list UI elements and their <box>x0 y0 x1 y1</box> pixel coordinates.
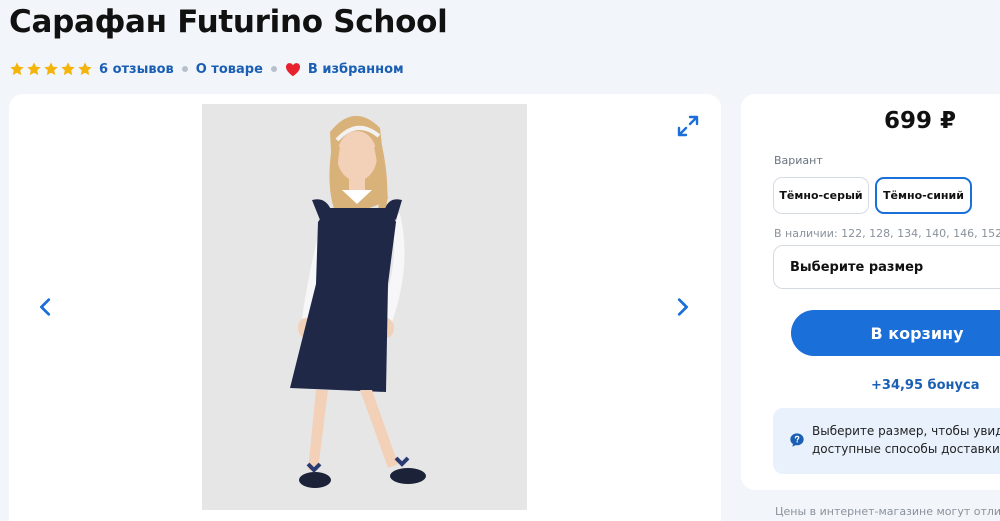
product-meta: 6 отзывов О товаре В избранном <box>9 59 404 79</box>
size-select[interactable]: Выберите размер <box>773 245 1000 289</box>
stock-sizes: В наличии: 122, 128, 134, 140, 146, 152,… <box>774 227 1000 240</box>
separator-dot <box>181 66 188 72</box>
about-product-link[interactable]: О товаре <box>196 62 263 77</box>
product-photo[interactable] <box>202 104 527 510</box>
variant-option[interactable]: Тёмно-серый <box>773 177 869 214</box>
chevron-left-icon[interactable] <box>35 296 57 318</box>
delivery-info-text: Выберите размер, чтобы увид доступные сп… <box>812 424 1000 456</box>
price: 699 ₽ <box>884 108 957 134</box>
purchase-panel: 699 ₽ Вариант Тёмно-серый Тёмно-синий В … <box>741 94 1000 490</box>
question-icon <box>790 433 804 447</box>
product-title: Сарафан Futurino School <box>9 4 448 40</box>
rating-stars[interactable] <box>9 61 93 77</box>
variant-label: Вариант <box>774 154 823 167</box>
price-disclaimer: Цены в интернет-магазине могут отличат <box>775 505 1000 518</box>
star-icon <box>10 62 24 76</box>
favorite-link[interactable]: В избранном <box>308 62 404 77</box>
star-icon <box>44 62 58 76</box>
variant-option-selected[interactable]: Тёмно-синий <box>875 177 972 214</box>
heart-icon[interactable] <box>285 62 301 77</box>
delivery-info-box: Выберите размер, чтобы увид доступные сп… <box>773 408 1000 474</box>
bonus-text: +34,95 бонуса <box>871 378 980 393</box>
chevron-right-icon[interactable] <box>671 296 693 318</box>
star-icon <box>61 62 75 76</box>
add-to-cart-button[interactable]: В корзину <box>791 310 1000 356</box>
separator-dot <box>270 66 277 72</box>
expand-icon[interactable] <box>676 114 700 138</box>
star-icon <box>78 62 92 76</box>
star-icon <box>27 62 41 76</box>
product-gallery <box>9 94 721 521</box>
reviews-link[interactable]: 6 отзывов <box>99 62 174 77</box>
